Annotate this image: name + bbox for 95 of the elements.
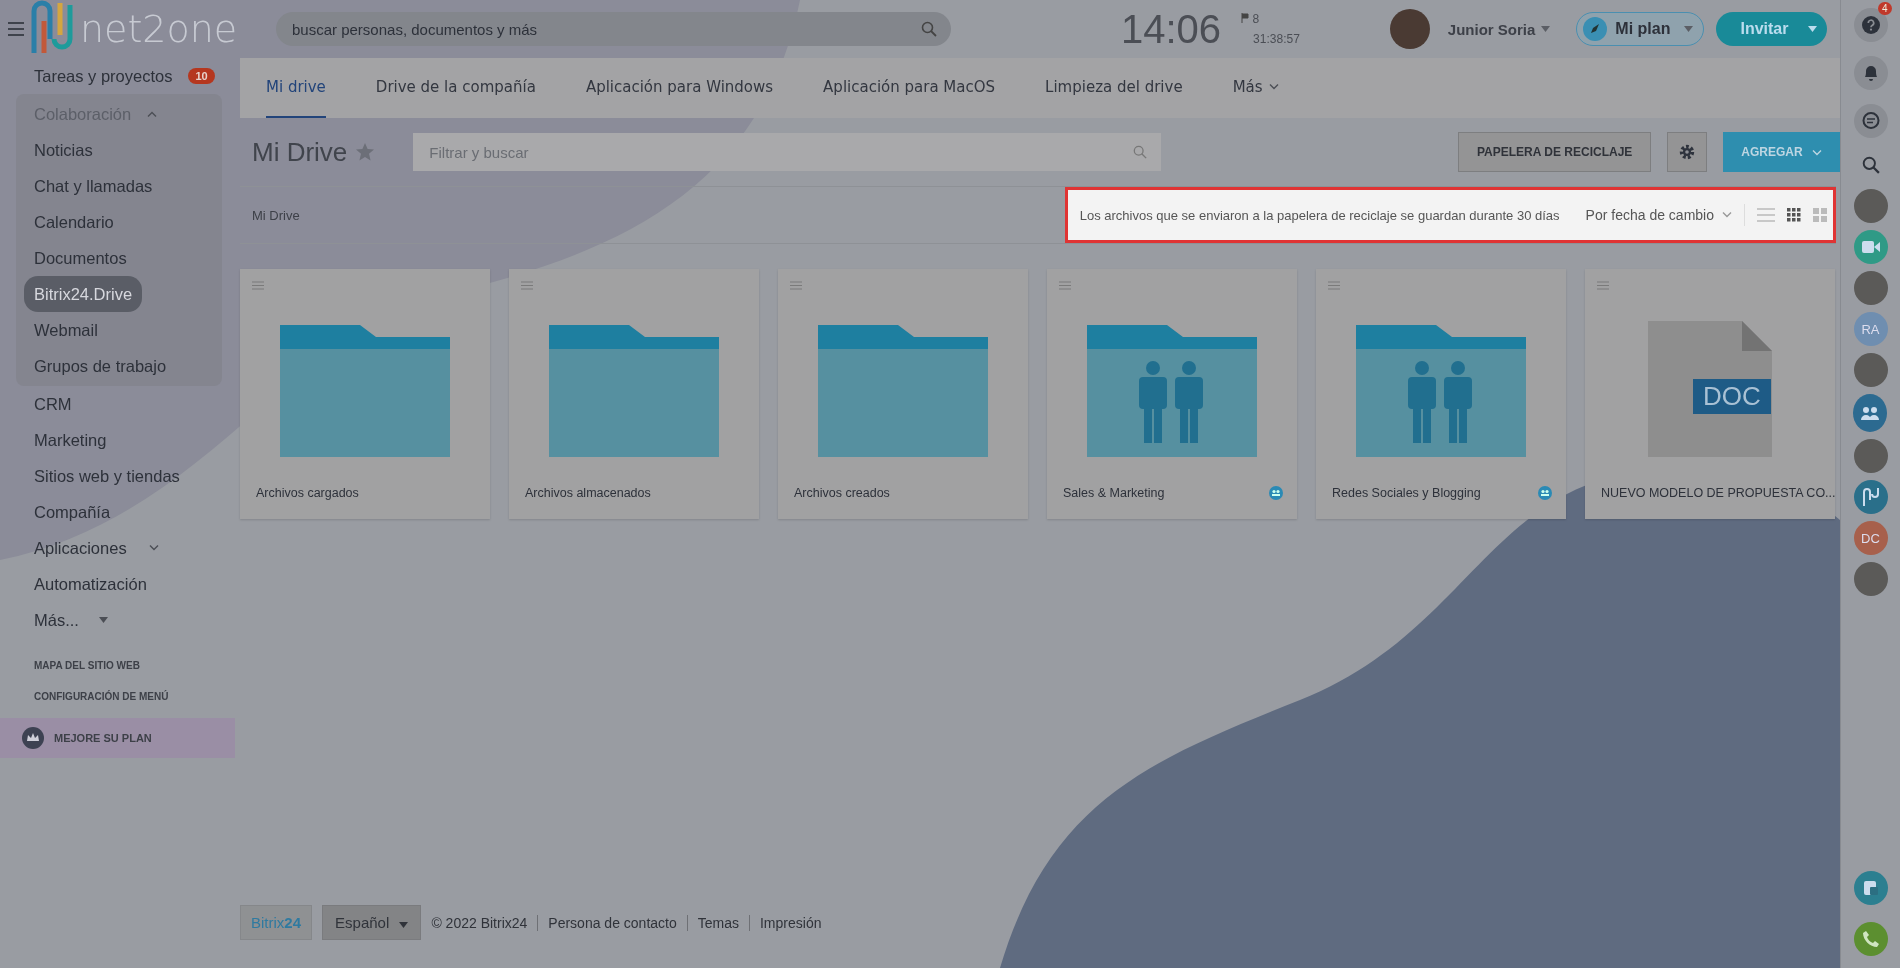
sidebar-item[interactable]: Tareas y proyectos [24, 63, 183, 89]
file-name: Archivos almacenados [525, 486, 651, 500]
menu-icon[interactable] [1597, 281, 1609, 290]
sidebar-item[interactable]: Webmail [24, 312, 108, 348]
upgrade-plan-banner[interactable]: MEJORE SU PLAN [0, 718, 235, 758]
user-name[interactable]: Junior Soria [1447, 20, 1536, 38]
grid-view-icon[interactable] [1787, 208, 1801, 222]
settings-icon [1678, 143, 1697, 161]
list-view-icon[interactable] [1757, 208, 1775, 222]
file-card[interactable]: Sales & Marketing [1047, 269, 1297, 519]
star-icon[interactable] [355, 142, 376, 162]
file-card[interactable]: Archivos almacenados [509, 269, 759, 519]
video-camera-icon [1861, 241, 1880, 253]
people-icon [1859, 406, 1880, 420]
page-title: Mi Drive [252, 136, 348, 168]
caret-icon [1541, 26, 1551, 32]
group-folder-icon [1087, 325, 1257, 457]
sidebar-item[interactable]: Chat y llamadas [24, 168, 163, 204]
file-card[interactable]: Archivos cargados [240, 269, 490, 519]
count-badge: 10 [188, 68, 215, 84]
caret-icon [1808, 26, 1818, 32]
language-dropdown[interactable]: Español [322, 905, 422, 940]
folder-icon [280, 325, 450, 457]
menu-icon[interactable] [1328, 281, 1340, 290]
plan-button[interactable]: Mi plan [1576, 12, 1705, 46]
logo-text: net2one [80, 7, 239, 51]
sidebar-item[interactable]: Automatización [24, 571, 157, 597]
footer-link[interactable]: Temas [697, 914, 739, 931]
add-button[interactable]: AGREGAR [1723, 132, 1840, 172]
file-name: Sales & Marketing [1063, 486, 1165, 500]
notice-text: Los archivos que se enviaron a la papelera de reciclaje se guardan durante 30 días [1079, 207, 1560, 223]
file-name: Archivos creados [794, 486, 890, 500]
tab[interactable]: Más [1232, 58, 1279, 118]
sidebar-link[interactable]: CONFIGURACIÓN DE MENÚ [34, 691, 240, 702]
filter-field[interactable]: Filtrar y buscar [413, 133, 1162, 171]
menu-icon[interactable] [521, 281, 533, 290]
sidebar-item[interactable]: Grupos de trabajo [24, 348, 177, 384]
chevron-down-icon [1722, 212, 1732, 218]
footer-link[interactable]: Impresión [760, 914, 822, 931]
crown-icon [22, 727, 44, 749]
folder-icon [549, 325, 719, 457]
menu-icon[interactable] [1059, 281, 1071, 290]
file-name: NUEVO MODELO DE PROPUESTA CO... [1601, 486, 1836, 500]
chat-icon [1860, 111, 1881, 131]
tab[interactable]: Drive de la compañía [375, 58, 536, 118]
phone-icon [1861, 930, 1880, 948]
sidebar-item[interactable]: Documentos [24, 240, 137, 276]
file-card[interactable]: DOC NUEVO MODELO DE PROPUESTA CO... [1585, 269, 1835, 519]
sidebar-item[interactable]: Bitrix24.Drive [24, 276, 143, 312]
menu-icon[interactable] [790, 281, 802, 290]
caret-icon [399, 922, 409, 928]
sidebar-item[interactable]: Sitios web y tiendas [24, 463, 190, 489]
flag-icon [1241, 13, 1250, 23]
tab[interactable]: Mi drive [266, 58, 326, 118]
folder-icon [818, 325, 988, 457]
sidebar-item[interactable]: Compañía [24, 499, 121, 525]
work-timer: 31:38:57 [1253, 32, 1300, 46]
sidebar-item[interactable]: Calendario [24, 204, 124, 240]
upgrade-plan-label: MEJORE SU PLAN [54, 732, 152, 744]
sidebar-item[interactable]: Marketing [24, 427, 117, 453]
sidebar-link[interactable]: MAPA DEL SITIO WEB [34, 660, 240, 671]
file-type-label: DOC [1693, 379, 1771, 414]
tab[interactable]: Limpieza del drive [1045, 58, 1183, 118]
settings-button[interactable] [1667, 132, 1708, 172]
caret-icon [1684, 26, 1694, 32]
file-card[interactable]: Redes Sociales y Blogging [1316, 269, 1566, 519]
bell-icon [1862, 64, 1879, 82]
search-icon [921, 21, 937, 37]
search-icon [1133, 145, 1148, 159]
sidebar-item[interactable]: Aplicaciones [24, 535, 137, 561]
chevron-down-icon [1812, 150, 1822, 156]
sidebar-item[interactable]: CRM [24, 391, 82, 417]
breadcrumb[interactable]: Mi Drive [252, 207, 300, 223]
tile-view-icon[interactable] [1813, 208, 1827, 222]
tab[interactable]: Aplicación para Windows [585, 58, 774, 118]
file-card[interactable]: Archivos creados [778, 269, 1028, 519]
file-name: Redes Sociales y Blogging [1332, 486, 1481, 500]
file-name: Archivos cargados [256, 486, 359, 500]
menu-icon[interactable] [252, 281, 264, 290]
help-icon [1861, 16, 1880, 34]
flag-counter: 8 [1241, 12, 1300, 26]
invite-button[interactable]: Invitar [1716, 12, 1828, 46]
group-folder-icon [1356, 325, 1526, 457]
disk-icon [1861, 879, 1880, 897]
clock: 14:06 [1121, 6, 1222, 52]
sidebar-item[interactable]: Más... [24, 607, 89, 633]
search-field[interactable]: buscar personas, documentos y más [276, 12, 951, 46]
search-icon[interactable] [1861, 156, 1880, 174]
footer-link[interactable]: Persona de contacto [548, 914, 677, 931]
sidebar-item[interactable]: Noticias [24, 132, 103, 168]
recycle-bin-button[interactable]: PAPELERA DE RECICLAJE [1457, 132, 1652, 172]
copyright-text: © 2022 Bitrix24 [431, 914, 528, 931]
menu-icon[interactable] [8, 22, 24, 36]
sort-dropdown[interactable]: Por fecha de cambio [1585, 207, 1714, 223]
tab[interactable]: Aplicación para MacOS [823, 58, 996, 118]
